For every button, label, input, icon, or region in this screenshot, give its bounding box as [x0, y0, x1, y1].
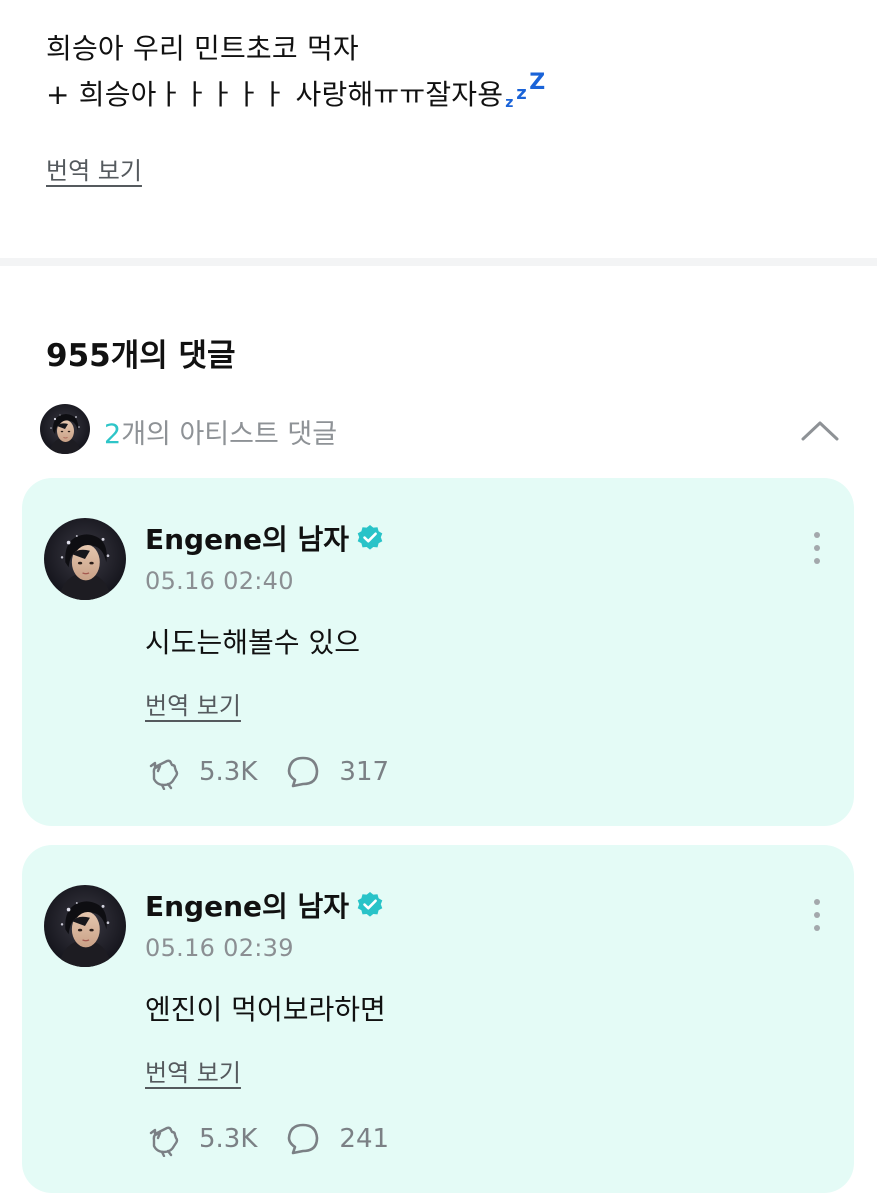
comment-stats: 5.3K 317 — [145, 754, 389, 790]
comment-bubble-icon — [288, 756, 319, 788]
author-name: Engene의 남자 — [145, 890, 350, 923]
comment-translate-link[interactable]: 번역 보기 — [145, 686, 241, 721]
section-divider — [0, 258, 877, 266]
artist-comment-count: 2 — [104, 419, 122, 450]
post-text: 희승아 우리 민트초코 먹자 + 희승아ㅏㅏㅏㅏㅏ 사랑해ㅠㅠ잘자용 z z Z — [46, 26, 545, 118]
post-line-1: 희승아 우리 민트초코 먹자 — [46, 32, 359, 65]
artist-comment-card: Engene의 남자 05.16 02:40 시도는해볼수 있으 번역 보기 5… — [22, 478, 854, 826]
comment-timestamp: 05.16 02:39 — [145, 934, 294, 962]
comment-translate-link[interactable]: 번역 보기 — [145, 1053, 241, 1088]
reply-button[interactable]: 317 — [285, 754, 389, 790]
comment-author[interactable]: Engene의 남자 — [145, 887, 385, 923]
artist-comments-label-text: 개의 아티스트 댓글 — [121, 419, 338, 450]
comment-stats: 5.3K 241 — [145, 1121, 389, 1157]
post-translate-link[interactable]: 번역 보기 — [46, 151, 142, 186]
reply-button[interactable]: 241 — [285, 1121, 389, 1157]
cheer-button[interactable]: 5.3K — [145, 754, 257, 790]
artist-avatar — [40, 404, 90, 454]
avatar[interactable] — [44, 518, 126, 600]
cheer-count: 5.3K — [199, 1124, 258, 1154]
verified-badge-icon — [357, 525, 383, 550]
cheer-icon — [149, 1126, 179, 1157]
artist-comments-label: 2개의 아티스트 댓글 — [104, 412, 337, 451]
comment-text: 엔진이 먹어보라하면 — [145, 993, 386, 1026]
artist-comments-toggle[interactable]: 2개의 아티스트 댓글 — [40, 403, 840, 455]
chevron-up-icon[interactable] — [800, 417, 840, 443]
post-line-2-text: + 희승아ㅏㅏㅏㅏㅏ 사랑해ㅠㅠ잘자용 — [46, 78, 504, 111]
comment-count-heading: 955개의 댓글 — [46, 338, 236, 374]
post-body: 희승아 우리 민트초코 먹자 + 희승아ㅏㅏㅏㅏㅏ 사랑해ㅠㅠ잘자용 z z Z 번역… — [0, 0, 877, 258]
sleeping-zzz-icon: zzZ — [505, 70, 546, 111]
reply-count: 241 — [339, 1124, 390, 1154]
reply-count: 317 — [339, 757, 390, 787]
more-vertical-icon[interactable] — [804, 895, 830, 935]
author-name: Engene의 남자 — [145, 523, 350, 556]
artist-comment-card: Engene의 남자 05.16 02:39 엔진이 먹어보라하면 번역 보기 … — [22, 845, 854, 1193]
cheer-count: 5.3K — [199, 757, 258, 787]
cheer-icon — [149, 759, 179, 790]
comment-timestamp: 05.16 02:40 — [145, 567, 294, 595]
post-line-2: + 희승아ㅏㅏㅏㅏㅏ 사랑해ㅠㅠ잘자용 z z Z — [46, 72, 545, 118]
cheer-button[interactable]: 5.3K — [145, 1121, 257, 1157]
verified-badge-icon — [357, 892, 383, 917]
avatar[interactable] — [44, 885, 126, 967]
more-vertical-icon[interactable] — [804, 528, 830, 568]
comment-bubble-icon — [288, 1123, 319, 1155]
comment-author[interactable]: Engene의 남자 — [145, 520, 385, 556]
comment-text: 시도는해볼수 있으 — [145, 626, 360, 659]
